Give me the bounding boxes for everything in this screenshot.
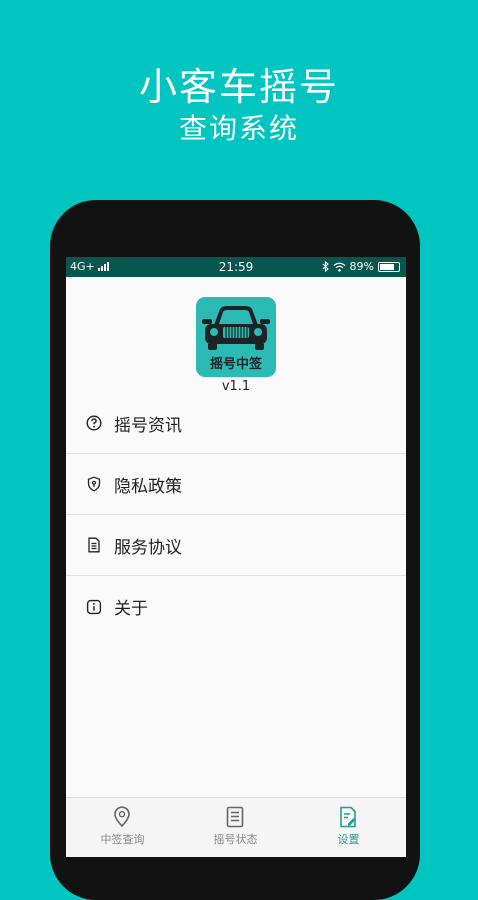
tab-winning-query[interactable]: 中签查询 <box>66 798 179 857</box>
document-icon <box>86 537 102 553</box>
settings-menu: 摇号资讯 隐私政策 服务协议 关于 <box>66 393 406 637</box>
battery-percent: 89% <box>349 260 374 273</box>
tab-lottery-status[interactable]: 摇号状态 <box>179 798 292 857</box>
promo-subtitle: 查询系统 <box>178 112 299 145</box>
tab-label: 摇号状态 <box>213 833 258 846</box>
tab-label: 中签查询 <box>100 833 145 846</box>
app-version: v1.1 <box>221 379 251 394</box>
promo-title: 小客车摇号 <box>138 65 339 109</box>
app-logo: 摇号中签 <box>196 297 276 377</box>
menu-item-label: 摇号资讯 <box>114 415 182 436</box>
menu-item-about[interactable]: 关于 <box>66 576 406 637</box>
bluetooth-icon <box>322 261 329 272</box>
battery-icon <box>378 261 400 272</box>
info-icon <box>86 599 102 615</box>
battery-fill <box>380 263 395 270</box>
car-icon <box>202 306 270 350</box>
shield-icon <box>86 476 102 492</box>
settings-document-icon <box>340 806 356 828</box>
location-pin-icon <box>114 806 130 828</box>
tab-label: 设置 <box>337 833 360 846</box>
bottom-nav: 中签查询 摇号状态 设置 <box>66 797 406 857</box>
wifi-icon <box>333 262 345 272</box>
menu-item-label: 关于 <box>114 599 148 619</box>
menu-item-label: 服务协议 <box>114 537 182 558</box>
tab-settings[interactable]: 设置 <box>292 798 405 857</box>
logo-text: 摇号中签 <box>209 357 262 372</box>
menu-item-lottery-news[interactable]: 摇号资讯 <box>66 393 406 454</box>
receipt-icon <box>226 806 244 828</box>
question-circle-icon <box>86 415 102 431</box>
status-right: 89% <box>322 260 400 273</box>
status-bar: 4G+ 21:59 89% <box>66 257 406 277</box>
phone-screen: 4G+ 21:59 89% 摇号中签 v1.1 摇号资讯 隐私政策 服务协议 关… <box>66 257 406 857</box>
menu-item-service-agreement[interactable]: 服务协议 <box>66 515 406 576</box>
menu-item-label: 隐私政策 <box>114 476 182 497</box>
menu-item-privacy-policy[interactable]: 隐私政策 <box>66 454 406 515</box>
